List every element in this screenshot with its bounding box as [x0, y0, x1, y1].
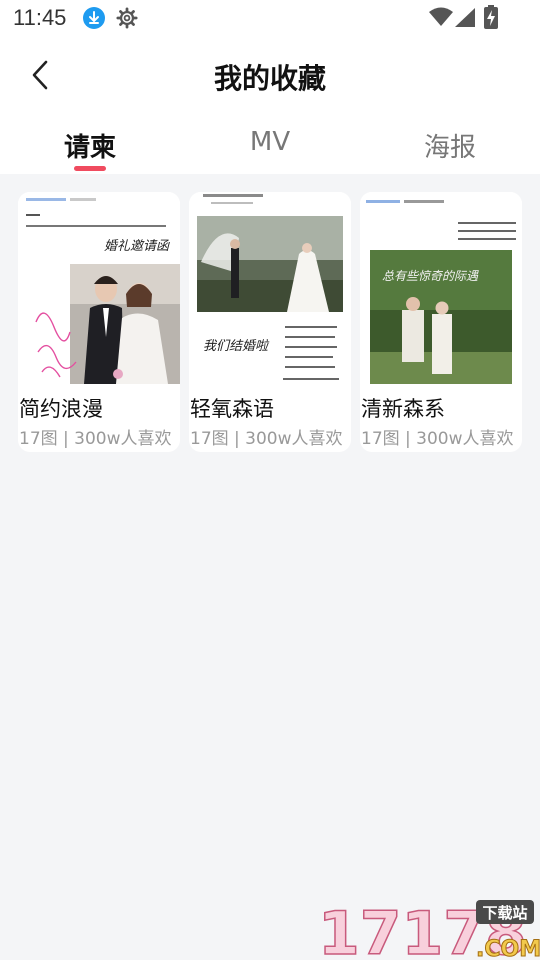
invitation-script-text: 总有些惊奇的际遇: [382, 269, 479, 283]
watermark-tag: 下载站: [482, 904, 527, 922]
status-time: 11:45: [13, 5, 67, 30]
template-thumbnail[interactable]: 我们结婚啦: [189, 192, 351, 384]
tab-posters[interactable]: 海报: [370, 127, 530, 164]
tab-mv[interactable]: MV: [190, 127, 350, 157]
status-bar: 11:45: [0, 0, 540, 38]
template-thumbnail[interactable]: 总有些惊奇的际遇: [360, 192, 522, 384]
page-title: 我的收藏: [213, 62, 326, 95]
template-title: 清新森系: [361, 397, 445, 421]
template-card[interactable]: 总有些惊奇的际遇 清新森系 17图 | 300w人喜欢: [360, 192, 522, 452]
template-thumbnail[interactable]: 婚礼邀请函: [18, 192, 180, 384]
template-title: 简约浪漫: [19, 397, 103, 421]
wifi-icon: [429, 7, 453, 26]
tab-bar: 请柬 MV 海报: [0, 114, 540, 174]
tab-invitations[interactable]: 请柬: [10, 127, 170, 164]
invitation-preview-graphic: 婚礼邀请函: [18, 192, 180, 384]
top-app-bar: 我的收藏: [0, 38, 540, 114]
gear-icon: [116, 7, 138, 29]
signal-icon: [455, 8, 475, 27]
invitation-script-text: 我们结婚啦: [203, 339, 270, 354]
watermark-suffix: .COM: [476, 937, 540, 960]
active-tab-indicator: [74, 166, 106, 171]
battery-charging-icon: [484, 5, 498, 29]
site-watermark-logo: 17178 下载站 .COM: [317, 898, 540, 960]
invitation-preview-graphic: 总有些惊奇的际遇: [360, 192, 522, 384]
invitation-script-text: 婚礼邀请函: [104, 239, 170, 254]
template-meta: 17图 | 300w人喜欢: [190, 429, 343, 449]
template-meta: 17图 | 300w人喜欢: [361, 429, 514, 449]
invitation-preview-graphic: 我们结婚啦: [189, 192, 351, 384]
template-card[interactable]: 婚礼邀请函 简约浪漫 17图 | 300w人喜欢: [18, 192, 180, 452]
template-card[interactable]: 我们结婚啦 轻氧森语 17图 | 300w人喜欢: [189, 192, 351, 452]
template-meta: 17图 | 300w人喜欢: [19, 429, 172, 449]
template-title: 轻氧森语: [190, 397, 274, 421]
download-icon: [83, 7, 105, 29]
